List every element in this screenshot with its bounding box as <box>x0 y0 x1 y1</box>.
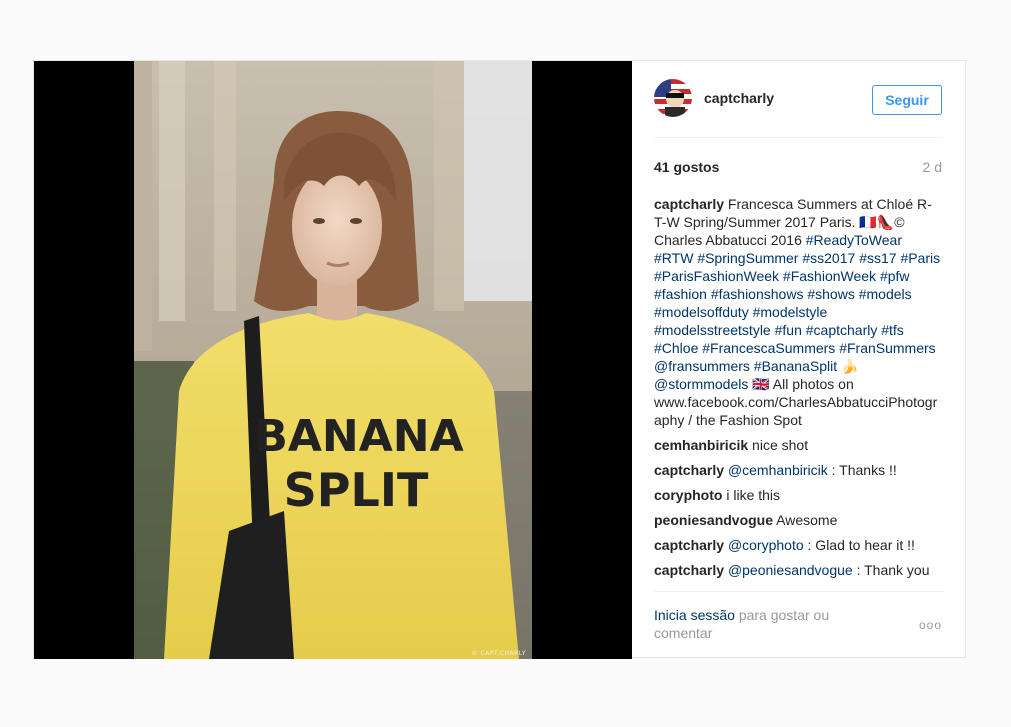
hashtag-link[interactable]: #modelsstreetstyle <box>654 322 771 338</box>
hashtag-link[interactable]: #fun <box>775 322 802 338</box>
post-card: BANANA SPLIT © CAPT.CHARLY captcharly Se… <box>33 60 967 659</box>
comment-item: captcharly @cemhanbiricik : Thanks !! <box>654 461 944 479</box>
avatar[interactable] <box>654 79 692 117</box>
photo-watermark: © CAPT.CHARLY <box>471 650 526 657</box>
comment-text: nice shot <box>748 437 809 453</box>
hashtag-link[interactable]: #Chloe <box>654 340 698 356</box>
hashtag-link[interactable]: #BananaSplit <box>754 358 837 374</box>
hashtag-link[interactable]: #tfs <box>881 322 904 338</box>
avatar-flag-icon <box>654 79 692 117</box>
likes-row: 41 gostos 2 d <box>654 159 942 177</box>
post-author-username[interactable]: captcharly <box>704 90 774 106</box>
comment-text: : Glad to hear it !! <box>803 537 915 553</box>
comment-item: cemhanbiricik nice shot <box>654 436 944 454</box>
comment-username[interactable]: coryphoto <box>654 487 722 503</box>
comment-text: Awesome <box>773 512 838 528</box>
hashtag-link[interactable]: #pfw <box>880 268 910 284</box>
hashtag-link[interactable]: #ParisFashionWeek <box>654 268 779 284</box>
comment-username[interactable]: captcharly <box>654 562 724 578</box>
hashtag-link[interactable]: #ss2017 <box>802 250 855 266</box>
comments-list[interactable]: captcharly Francesca Summers at Chloé R-… <box>654 195 944 591</box>
post-photo[interactable]: BANANA SPLIT © CAPT.CHARLY <box>134 61 532 659</box>
comment-username[interactable]: captcharly <box>654 462 724 478</box>
more-options-icon[interactable]: ooo <box>919 618 942 632</box>
post-footer: Inicia sessão para gostar ou comentar oo… <box>654 591 944 660</box>
post-sidebar: captcharly Seguir 41 gostos 2 d captchar… <box>632 61 967 659</box>
post-media[interactable]: BANANA SPLIT © CAPT.CHARLY <box>34 61 632 659</box>
comment-item: peoniesandvogue Awesome <box>654 511 944 529</box>
mention-link[interactable]: @cemhanbiricik <box>728 462 828 478</box>
comment-text: i like this <box>722 487 781 503</box>
shirt-text-line2: SPLIT <box>284 463 429 517</box>
comment-text: 🍌 <box>837 358 859 374</box>
mention-link[interactable]: @fransummers <box>654 358 750 374</box>
hashtag-link[interactable]: #ss17 <box>859 250 896 266</box>
hashtag-link[interactable]: #FrancescaSummers <box>702 340 835 356</box>
hashtag-link[interactable]: #models <box>859 286 912 302</box>
mention-link[interactable]: @stormmodels <box>654 376 748 392</box>
comment-username[interactable]: captcharly <box>654 537 724 553</box>
hashtag-link[interactable]: #ReadyToWear <box>806 232 902 248</box>
comment-username[interactable]: captcharly <box>654 196 724 212</box>
mention-link[interactable]: @peoniesandvogue <box>728 562 853 578</box>
hashtag-link[interactable]: #FashionWeek <box>783 268 876 284</box>
hashtag-link[interactable]: #captcharly <box>806 322 878 338</box>
hashtag-link[interactable]: #fashionshows <box>711 286 804 302</box>
comment-text: : Thanks !! <box>827 462 897 478</box>
hashtag-link[interactable]: #Paris <box>900 250 940 266</box>
login-link[interactable]: Inicia sessão <box>654 607 735 623</box>
likes-count[interactable]: 41 gostos <box>654 159 719 175</box>
hashtag-link[interactable]: #RTW <box>654 250 693 266</box>
mention-link[interactable]: @coryphoto <box>728 537 804 553</box>
hashtag-link[interactable]: #shows <box>807 286 854 302</box>
login-prompt: Inicia sessão para gostar ou comentar <box>654 606 864 642</box>
comment-username[interactable]: cemhanbiricik <box>654 437 748 453</box>
post-header: captcharly Seguir <box>654 79 942 138</box>
photo-illustration: BANANA SPLIT <box>134 61 532 659</box>
hashtag-link[interactable]: #fashion <box>654 286 707 302</box>
post-time[interactable]: 2 d <box>923 159 942 175</box>
hashtag-link[interactable]: #modelstyle <box>753 304 828 320</box>
hashtag-link[interactable]: #modelsoffduty <box>654 304 749 320</box>
follow-button[interactable]: Seguir <box>872 85 942 115</box>
shirt-text-line1: BANANA <box>254 411 463 462</box>
hashtag-link[interactable]: #SpringSummer <box>697 250 798 266</box>
comment-username[interactable]: peoniesandvogue <box>654 512 773 528</box>
comment-item: captcharly @coryphoto : Glad to hear it … <box>654 536 944 554</box>
hashtag-link[interactable]: #FranSummers <box>839 340 935 356</box>
comment-item: captcharly @peoniesandvogue : Thank you <box>654 561 944 579</box>
comment-item: coryphoto i like this <box>654 486 944 504</box>
post-caption: captcharly Francesca Summers at Chloé R-… <box>654 195 944 429</box>
comment-text: : Thank you <box>852 562 930 578</box>
